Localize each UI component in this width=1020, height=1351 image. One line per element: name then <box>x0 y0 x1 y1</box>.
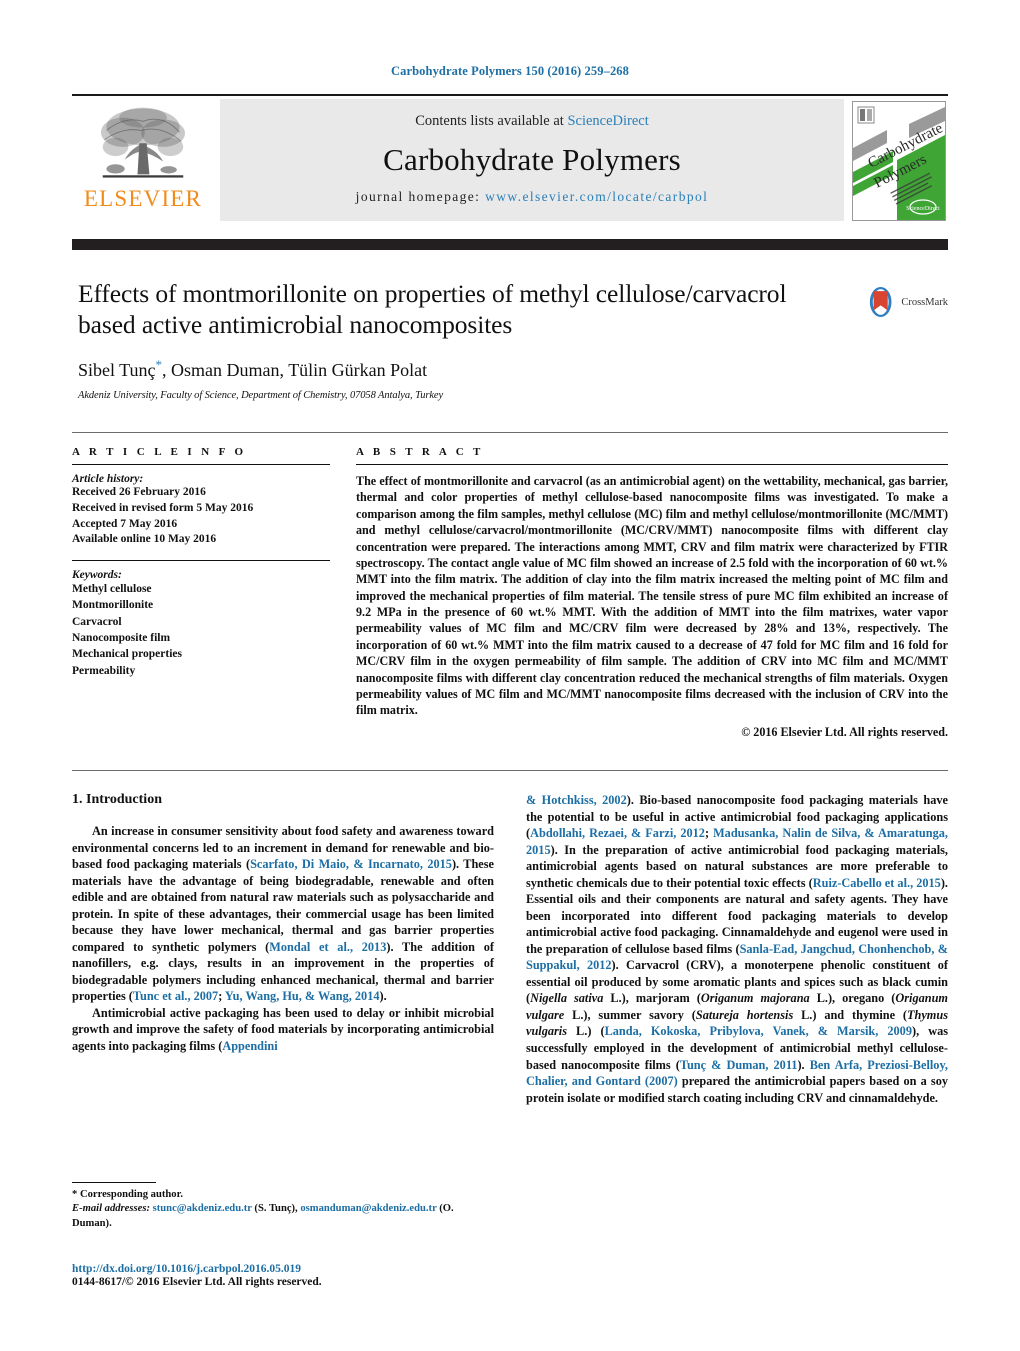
author-primary: Sibel Tunç <box>78 360 156 381</box>
text-run: Antimicrobial active packaging has been … <box>72 1005 494 1053</box>
crossmark-icon <box>869 287 892 317</box>
homepage-url-link[interactable]: www.elsevier.com/locate/carbpol <box>485 189 708 204</box>
svg-text:ScienceDirect: ScienceDirect <box>906 206 940 212</box>
article-info-heading: A R T I C L E I N F O <box>72 446 247 458</box>
corresponding-author-note: * Corresponding author. <box>72 1188 183 1200</box>
article-history-label: Article history: <box>72 473 144 485</box>
text-run: L.), oregano ( <box>809 991 896 1006</box>
contents-available-line: Contents lists available at ScienceDirec… <box>415 113 649 130</box>
doi-link[interactable]: http://dx.doi.org/10.1016/j.carbpol.2016… <box>72 1263 532 1275</box>
footnote-rule <box>72 1181 156 1183</box>
history-item: Available online 10 May 2016 <box>72 533 217 546</box>
article-info-column: A R T I C L E I N F O Article history: R… <box>72 446 330 740</box>
affiliation: Akdeniz University, Faculty of Science, … <box>78 390 444 402</box>
text-run: L.) and thymine ( <box>793 1007 907 1022</box>
doi-block: http://dx.doi.org/10.1016/j.carbpol.2016… <box>72 1263 532 1288</box>
contents-prefix: Contents lists available at <box>415 113 568 129</box>
text-run: ; <box>704 826 714 841</box>
history-item: Received 26 February 2016 <box>72 486 206 498</box>
body-columns: 1. Introduction An increase in consumer … <box>72 792 948 1232</box>
elsevier-logo: ELSEVIER <box>72 99 214 225</box>
divider <box>72 560 330 561</box>
keyword-item: Mechanical properties <box>72 648 182 661</box>
footnote-block: * Corresponding author. E-mail addresses… <box>72 1181 494 1232</box>
citation-link[interactable]: Tunc et al., 2007 <box>133 989 218 1003</box>
paragraph: & Hotchkiss, 2002). Bio-based nanocompos… <box>526 792 948 1106</box>
text-run: L.), marjoram ( <box>603 991 701 1006</box>
paragraph: An increase in consumer sensitivity abou… <box>72 823 494 1005</box>
abstract-column: A B S T R A C T The effect of montmorill… <box>356 446 948 740</box>
species-name: Nigella sativa <box>530 991 604 1006</box>
section-heading-introduction: 1. Introduction <box>72 792 162 807</box>
right-column: & Hotchkiss, 2002). Bio-based nanocompos… <box>526 792 948 1232</box>
citation-link[interactable]: Mondal et al., 2013 <box>269 940 386 954</box>
abstract-text: The effect of montmorillonite and carvac… <box>356 474 948 718</box>
citation-link[interactable]: Landa, Kokoska, Pribylova, Vanek, & Mars… <box>605 1024 912 1038</box>
text-run: L.) ( <box>567 1024 605 1039</box>
article-page: Carbohydrate Polymers 150 (2016) 259–268 <box>0 0 1020 1351</box>
author-list: Sibel Tunç*, Osman Duman, Tülin Gürkan P… <box>78 357 948 381</box>
cover-art: Carbohydrate Polymers ScienceDirect <box>853 102 945 220</box>
history-item: Accepted 7 May 2016 <box>72 517 178 530</box>
citation-link[interactable]: Tunç & Duman, 2011 <box>680 1058 798 1072</box>
journal-masthead: ELSEVIER Contents lists available at Sci… <box>72 94 948 226</box>
citation-link[interactable]: Yu, Wang, Hu, & Wang, 2014 <box>225 989 380 1003</box>
email-link-2[interactable]: osmanduman@akdeniz.edu.tr <box>300 1203 436 1214</box>
elsevier-tree-icon <box>100 107 186 178</box>
keyword-item: Permeability <box>72 664 136 677</box>
abstract-heading: A B S T R A C T <box>356 446 484 458</box>
issn-copyright-line: 0144-8617/© 2016 Elsevier Ltd. All right… <box>72 1276 322 1288</box>
email-link-1[interactable]: stunc@akdeniz.edu.tr <box>153 1203 252 1214</box>
keyword-item: Montmorillonite <box>72 599 154 612</box>
citation-link[interactable]: Ruiz-Cabello et al., 2015 <box>813 876 941 890</box>
left-column: 1. Introduction An increase in consumer … <box>72 792 494 1232</box>
crossmark-label: CrossMark <box>901 296 948 308</box>
journal-title: Carbohydrate Polymers <box>383 142 681 177</box>
homepage-prefix: journal homepage: <box>355 189 486 204</box>
sciencedirect-link[interactable]: ScienceDirect <box>567 113 648 129</box>
abstract-bottom-divider <box>72 770 948 771</box>
email-addresses-note: E-mail addresses: stunc@akdeniz.edu.tr (… <box>72 1202 494 1232</box>
masthead-dark-band <box>72 239 948 250</box>
keyword-item: Methyl cellulose <box>72 583 152 595</box>
email-owner-1: (S. Tunç), <box>251 1203 301 1215</box>
page-title: Effects of montmorillonite on properties… <box>78 279 787 340</box>
crossmark-badge[interactable]: CrossMark <box>864 280 948 324</box>
journal-homepage-line: journal homepage: www.elsevier.com/locat… <box>356 189 709 205</box>
paragraph: Antimicrobial active packaging has been … <box>72 1005 494 1055</box>
citation-link[interactable]: Abdollahi, Rezaei, & Farzi, 2012 <box>530 826 705 840</box>
text-run: ). <box>379 989 387 1004</box>
article-info-abstract-region: A R T I C L E I N F O Article history: R… <box>72 432 948 740</box>
keyword-item: Carvacrol <box>72 615 122 628</box>
elsevier-wordmark: ELSEVIER <box>83 186 203 211</box>
divider <box>356 464 948 465</box>
author-rest: , Osman Duman, Tülin Gürkan Polat <box>162 360 428 381</box>
citation-link[interactable]: Appendini <box>222 1039 277 1053</box>
email-label: E-mail addresses: <box>72 1203 150 1215</box>
species-name: Satureja hortensis <box>695 1007 794 1022</box>
journal-cover-thumbnail: Carbohydrate Polymers ScienceDirect <box>852 101 946 221</box>
keyword-item: Nanocomposite film <box>72 631 171 644</box>
text-run: L.), summer savory ( <box>564 1007 696 1022</box>
text-run: ; <box>218 989 225 1004</box>
divider <box>72 464 330 465</box>
running-head: Carbohydrate Polymers 150 (2016) 259–268 <box>391 64 629 78</box>
title-zone: Effects of montmorillonite on properties… <box>78 278 948 401</box>
citation-link[interactable]: Scarfato, Di Maio, & Incarnato, 2015 <box>250 857 452 871</box>
species-name: Origanum majorana <box>700 991 810 1006</box>
copyright-line: © 2016 Elsevier Ltd. All rights reserved… <box>741 724 948 739</box>
keywords-label: Keywords: <box>72 569 122 581</box>
journal-cover-block: Carbohydrate Polymers ScienceDirect <box>852 99 948 225</box>
history-item: Received in revised form 5 May 2016 <box>72 501 254 514</box>
citation-link[interactable]: & Hotchkiss, 2002 <box>526 793 627 807</box>
text-run: ). <box>797 1057 810 1072</box>
contents-box: Contents lists available at ScienceDirec… <box>220 99 844 221</box>
